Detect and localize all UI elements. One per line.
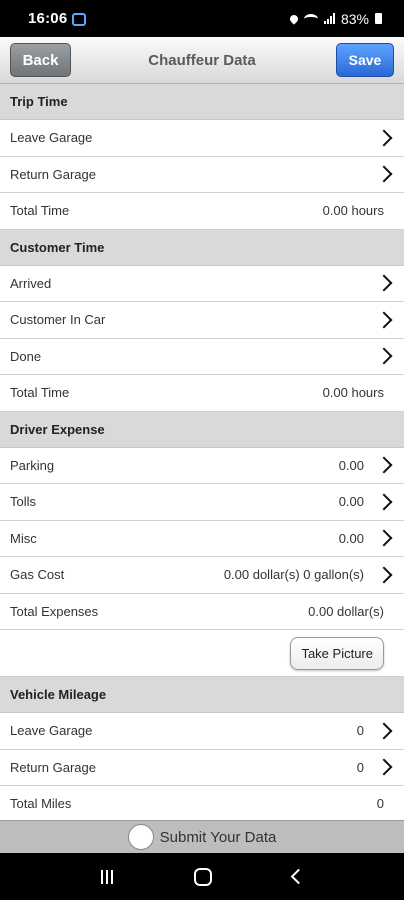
chevron-right-icon [375, 165, 393, 183]
section-driver-expense: Driver Expense [0, 411, 404, 448]
chevron-right-icon [375, 566, 393, 584]
submit-toggle-icon[interactable] [127, 824, 154, 850]
trip-leave-garage-row[interactable]: Leave Garage [0, 120, 404, 157]
page-title: Chauffeur Data [148, 51, 256, 69]
status-icons: 83% [288, 10, 382, 27]
gas-cost-value: 0.00 dollar(s) 0 gallon(s) [223, 567, 364, 583]
submit-label: Submit Your Data [159, 828, 277, 846]
row-label: Arrived [10, 275, 52, 291]
mileage-leave-garage-row[interactable]: Leave Garage 0 [0, 713, 404, 750]
section-trip-time: Trip Time [0, 84, 404, 120]
row-label: Done [10, 348, 42, 364]
mileage-leave-value: 0 [356, 723, 364, 739]
back-button[interactable]: Back [10, 43, 71, 77]
row-label: Total Time [10, 203, 70, 219]
total-miles-row: Total Miles 0 [0, 786, 404, 823]
status-time: 16:06 [28, 10, 68, 27]
total-expenses-value: 0.00 dollar(s) [308, 603, 384, 619]
row-label: Tolls [10, 494, 37, 510]
chevron-right-icon [375, 311, 393, 329]
row-label: Leave Garage [10, 130, 93, 146]
chevron-right-icon [375, 493, 393, 511]
parking-value: 0.00 [338, 457, 364, 473]
row-label: Leave Garage [10, 723, 93, 739]
signal-icon [323, 13, 335, 24]
system-nav-bar [0, 853, 404, 900]
total-miles-value: 0 [376, 796, 384, 812]
customer-done-row[interactable]: Done [0, 338, 404, 375]
location-icon [288, 12, 300, 25]
chevron-right-icon [375, 722, 393, 740]
home-icon[interactable] [193, 867, 212, 886]
trip-total-time-value: 0.00 hours [322, 203, 384, 219]
row-label: Misc [10, 530, 37, 546]
row-label: Customer In Car [10, 312, 106, 328]
battery-icon [375, 13, 382, 24]
chevron-right-icon [375, 758, 393, 776]
mileage-return-garage-row[interactable]: Return Garage 0 [0, 749, 404, 786]
chevron-right-icon [375, 529, 393, 547]
mileage-return-value: 0 [356, 759, 364, 775]
section-customer-time: Customer Time [0, 229, 404, 266]
total-expenses-row: Total Expenses 0.00 dollar(s) [0, 593, 404, 630]
chevron-right-icon [375, 347, 393, 365]
form-content: Trip Time Leave Garage Return Garage Tot… [0, 84, 404, 823]
chevron-right-icon [375, 456, 393, 474]
status-bar: 16:06 83% [0, 0, 404, 37]
take-picture-row: Take Picture [0, 630, 404, 677]
misc-row[interactable]: Misc 0.00 [0, 520, 404, 557]
app-notification-icon [72, 13, 87, 26]
row-label: Total Miles [10, 796, 72, 812]
trip-return-garage-row[interactable]: Return Garage [0, 156, 404, 193]
save-button[interactable]: Save [336, 43, 394, 77]
customer-total-time-row: Total Time 0.00 hours [0, 375, 404, 412]
row-label: Parking [10, 457, 55, 473]
row-label: Return Garage [10, 166, 96, 182]
wifi-icon [303, 13, 318, 24]
customer-in-car-row[interactable]: Customer In Car [0, 302, 404, 339]
parking-row[interactable]: Parking 0.00 [0, 447, 404, 484]
customer-arrived-row[interactable]: Arrived [0, 265, 404, 302]
back-nav-icon[interactable] [290, 868, 306, 885]
tolls-row[interactable]: Tolls 0.00 [0, 484, 404, 521]
battery-percent: 83% [340, 10, 369, 27]
gas-cost-row[interactable]: Gas Cost 0.00 dollar(s) 0 gallon(s) [0, 557, 404, 594]
nav-header: Back Chauffeur Data Save [0, 37, 404, 84]
take-picture-button[interactable]: Take Picture [290, 636, 384, 670]
row-label: Total Expenses [10, 603, 99, 619]
customer-total-time-value: 0.00 hours [322, 385, 384, 401]
row-label: Gas Cost [10, 567, 65, 583]
recents-icon[interactable] [100, 869, 113, 884]
tolls-value: 0.00 [338, 494, 364, 510]
misc-value: 0.00 [338, 530, 364, 546]
chevron-right-icon [375, 129, 393, 147]
row-label: Total Time [10, 385, 70, 401]
section-vehicle-mileage: Vehicle Mileage [0, 677, 404, 713]
row-label: Return Garage [10, 759, 96, 775]
trip-total-time-row: Total Time 0.00 hours [0, 193, 404, 230]
chevron-right-icon [375, 274, 393, 292]
submit-bar[interactable]: Submit Your Data [0, 820, 404, 853]
